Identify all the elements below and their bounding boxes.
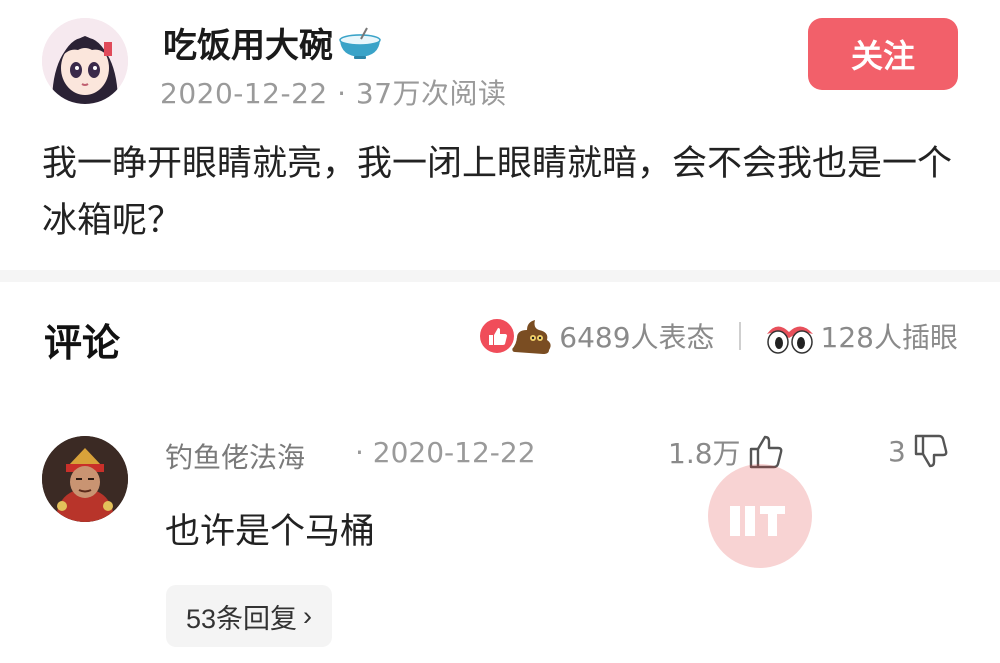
post-meta: 2020-12-22 · 37万次阅读 (160, 77, 507, 110)
post-card: 吃饭用大碗 2020-12-22 · 37万次阅读 关注 我一睁开眼睛就亮，我一… (0, 0, 1000, 270)
section-divider (0, 270, 1000, 282)
hot-stamp-icon (708, 464, 812, 568)
bowl-emoji-icon (339, 27, 381, 59)
comments-title: 评论 (44, 321, 121, 365)
monk-character-avatar-icon (42, 436, 128, 522)
view-replies-button[interactable]: 53条回复 › (166, 585, 333, 647)
follow-button[interactable]: 关注 (808, 18, 958, 90)
thumb-down-icon (914, 434, 948, 468)
thumbs-up-reaction-icon (477, 316, 518, 356)
post-content: 我一睁开眼睛就亮，我一闭上眼睛就暗，会不会我也是一个冰箱呢？ (42, 144, 953, 241)
eyes-icon (766, 326, 813, 354)
comment-date: · 2020-12-22 (355, 436, 536, 469)
commenter-name[interactable]: 钓鱼佬法海 (165, 436, 305, 476)
chevron-right-icon: › (303, 600, 313, 631)
anime-girl-avatar-icon (42, 18, 128, 104)
eyes-count: 128人插眼 (820, 321, 958, 354)
replies-label: 53条回复 (186, 603, 298, 634)
author-name-text: 吃饭用大碗 (163, 26, 333, 66)
reactions-count: 6489人表态 (559, 321, 715, 354)
reactions-separator (738, 322, 741, 350)
comment-dislike-count: 3 (888, 434, 906, 468)
author-name[interactable]: 吃饭用大碗 (163, 18, 383, 67)
comment-dislike-button[interactable]: 3 (888, 432, 950, 470)
comment-text: 也许是个马桶 (165, 512, 376, 552)
commenter-avatar[interactable] (42, 436, 128, 522)
author-avatar[interactable] (42, 18, 128, 104)
reactions-bar[interactable]: 6489人表态 128人插眼 (477, 312, 958, 360)
